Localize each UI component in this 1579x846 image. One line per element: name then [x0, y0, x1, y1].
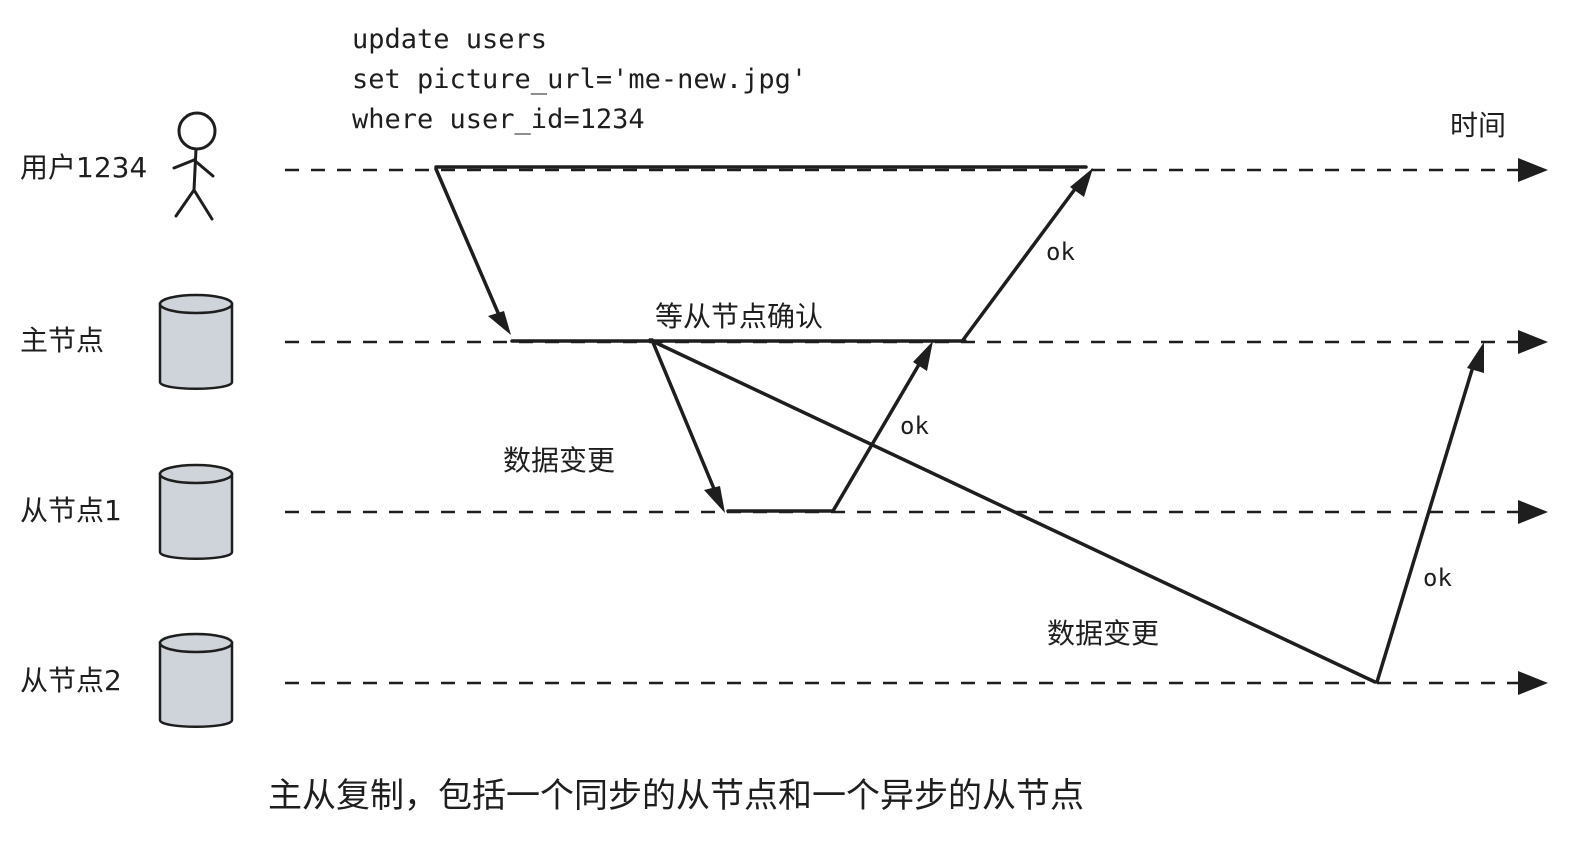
arrowhead-icon — [704, 486, 725, 513]
timeline-arrowheads — [1518, 158, 1548, 695]
replicate-follower1-arrow — [650, 338, 719, 498]
time-arrowhead-icon — [1518, 671, 1548, 695]
diagram-caption: 主从复制，包括一个同步的从节点和一个异步的从节点 — [268, 776, 1084, 816]
lane-label-follower2: 从节点2 — [20, 664, 122, 697]
time-arrowhead-icon — [1518, 500, 1548, 524]
follower2-ok-arrow — [1375, 358, 1477, 684]
data-change-label-1: 数据变更 — [503, 444, 616, 477]
lane-label-user: 用户1234 — [20, 151, 148, 184]
sql-line-3: where user_id=1234 — [352, 104, 645, 135]
database-cylinder-icon — [158, 632, 234, 728]
lane-label-primary: 主节点 — [20, 324, 105, 357]
time-axis-label: 时间 — [1450, 109, 1507, 142]
ok-label-user: ok — [1046, 238, 1075, 266]
sql-line-2: set picture_url='me-new.jpg' — [352, 64, 808, 95]
data-change-label-2: 数据变更 — [1047, 617, 1160, 650]
sequence-diagram — [158, 111, 1548, 728]
ok-label-follower1: ok — [900, 412, 929, 440]
arrowhead-icon — [1467, 342, 1484, 373]
sql-line-1: update users — [352, 24, 548, 55]
database-cylinder-icon — [158, 463, 234, 560]
stick-figure-icon — [172, 111, 217, 221]
lane-label-follower1: 从节点1 — [20, 494, 122, 527]
wait-confirm-label: 等从节点确认 — [655, 300, 824, 333]
time-arrowhead-icon — [1518, 158, 1548, 182]
database-cylinder-icon — [158, 293, 234, 390]
time-arrowhead-icon — [1518, 330, 1548, 354]
arrowhead-icon — [488, 311, 511, 335]
message-flow — [434, 165, 1477, 684]
write-arrow — [434, 167, 504, 324]
diagram-canvas: 用户1234 主节点 从节点1 从节点2 时间 update users set… — [0, 0, 1579, 846]
ok-label-follower2: ok — [1423, 564, 1452, 592]
